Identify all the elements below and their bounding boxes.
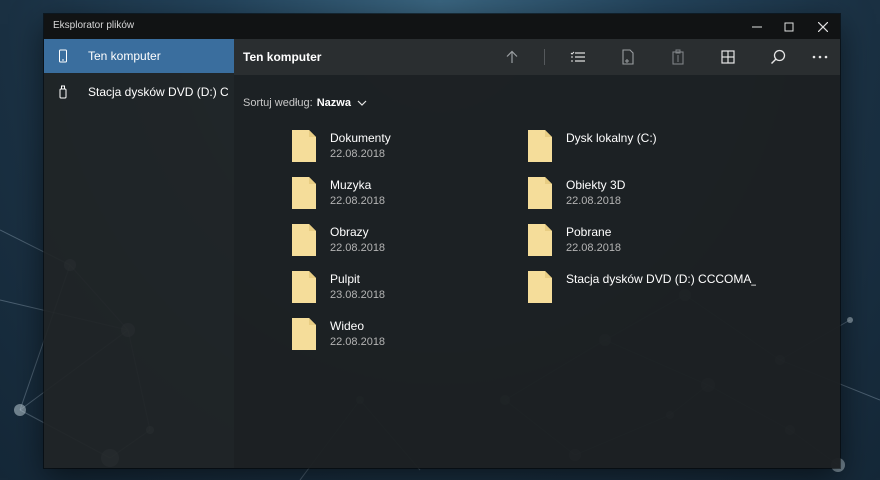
grid-view-icon <box>721 50 735 64</box>
folder-icon <box>528 224 552 256</box>
folder-item-pulpit[interactable]: Pulpit 23.08.2018 <box>292 270 522 310</box>
item-date: 22.08.2018 <box>330 195 386 207</box>
list-view-icon <box>570 51 585 62</box>
list-view-button[interactable] <box>558 39 598 75</box>
close-button[interactable] <box>806 14 840 39</box>
minimize-button[interactable] <box>740 14 774 39</box>
sort-label: Sortuj według: <box>243 97 313 109</box>
item-name: Dokumenty <box>330 131 391 145</box>
item-name: Muzyka <box>330 178 372 192</box>
sort-control[interactable]: Sortuj według: Nazwa <box>243 97 367 109</box>
sidebar-item-dvd-drive[interactable]: Stacja dysków DVD (D:) CCCOMA_X64FRE_PL-… <box>44 75 234 109</box>
item-date: 22.08.2018 <box>566 195 622 207</box>
title-bar[interactable]: Eksplorator plików <box>44 14 840 39</box>
breadcrumb[interactable]: Ten komputer <box>243 50 321 64</box>
folder-icon <box>292 224 316 256</box>
item-date: 22.08.2018 <box>330 336 386 348</box>
new-document-icon <box>622 49 634 65</box>
search-icon <box>771 49 786 64</box>
folder-icon <box>528 130 552 162</box>
arrow-up-icon <box>506 50 518 63</box>
file-explorer-window: Eksplorator plików Ten komputer Stacja d… <box>44 14 840 468</box>
folder-icon <box>528 271 552 303</box>
folder-item-obrazy[interactable]: Obrazy 22.08.2018 <box>292 223 522 263</box>
sidebar-item-label: Ten komputer <box>88 49 161 63</box>
window-title: Eksplorator plików <box>53 20 135 31</box>
folder-icon <box>292 177 316 209</box>
folder-item-muzyka[interactable]: Muzyka 22.08.2018 <box>292 176 522 216</box>
grid-view-button[interactable] <box>708 39 748 75</box>
close-icon <box>818 21 828 32</box>
usb-drive-icon <box>59 85 67 99</box>
item-name: Pobrane <box>566 225 612 239</box>
sidebar: Ten komputer Stacja dysków DVD (D:) CCCO… <box>44 39 234 468</box>
clipboard-icon <box>672 49 684 65</box>
more-icon <box>812 55 828 59</box>
content-pane: Ten komputer Sortuj według: Nazwa Dokume… <box>234 39 840 468</box>
folder-icon <box>292 318 316 350</box>
up-button[interactable] <box>492 39 532 75</box>
folder-item-dokumenty[interactable]: Dokumenty 22.08.2018 <box>292 129 522 169</box>
item-date: 22.08.2018 <box>566 242 622 254</box>
toolbar-separator <box>544 49 545 65</box>
item-name: Obrazy <box>330 225 369 239</box>
item-name: Wideo <box>330 319 365 333</box>
item-date: 22.08.2018 <box>330 242 386 254</box>
chevron-down-icon <box>357 100 367 106</box>
item-name: Pulpit <box>330 272 361 286</box>
clipboard-button[interactable] <box>658 39 698 75</box>
item-name: Dysk lokalny (C:) <box>566 131 657 145</box>
phone-icon <box>59 49 67 63</box>
sidebar-item-label: Stacja dysków DVD (D:) CCCOMA_X64FRE_PL-… <box>88 85 228 99</box>
folder-icon <box>292 271 316 303</box>
maximize-icon <box>784 22 794 31</box>
folder-item-pobrane[interactable]: Pobrane 22.08.2018 <box>528 223 758 263</box>
folder-icon <box>528 177 552 209</box>
sort-value: Nazwa <box>316 97 351 109</box>
maximize-button[interactable] <box>772 14 806 39</box>
item-date: 23.08.2018 <box>330 289 386 301</box>
folder-item-dvd-drive[interactable]: Stacja dysków DVD (D:) CCCOMA_X64FRE_PL-… <box>528 270 758 310</box>
folder-icon <box>292 130 316 162</box>
folder-item-dysk-lokalny[interactable]: Dysk lokalny (C:) <box>528 129 758 169</box>
search-button[interactable] <box>758 39 798 75</box>
folder-item-obiekty-3d[interactable]: Obiekty 3D 22.08.2018 <box>528 176 758 216</box>
more-button[interactable] <box>800 39 840 75</box>
item-name: Stacja dysków DVD (D:) CCCOMA_X64FRE_PL-… <box>566 272 756 286</box>
toolbar: Ten komputer <box>234 39 840 75</box>
item-date: 22.08.2018 <box>330 148 386 160</box>
minimize-icon <box>752 26 762 27</box>
sidebar-item-this-pc[interactable]: Ten komputer <box>44 39 234 73</box>
new-document-button[interactable] <box>608 39 648 75</box>
folder-item-wideo[interactable]: Wideo 22.08.2018 <box>292 317 522 357</box>
item-name: Obiekty 3D <box>566 178 626 192</box>
